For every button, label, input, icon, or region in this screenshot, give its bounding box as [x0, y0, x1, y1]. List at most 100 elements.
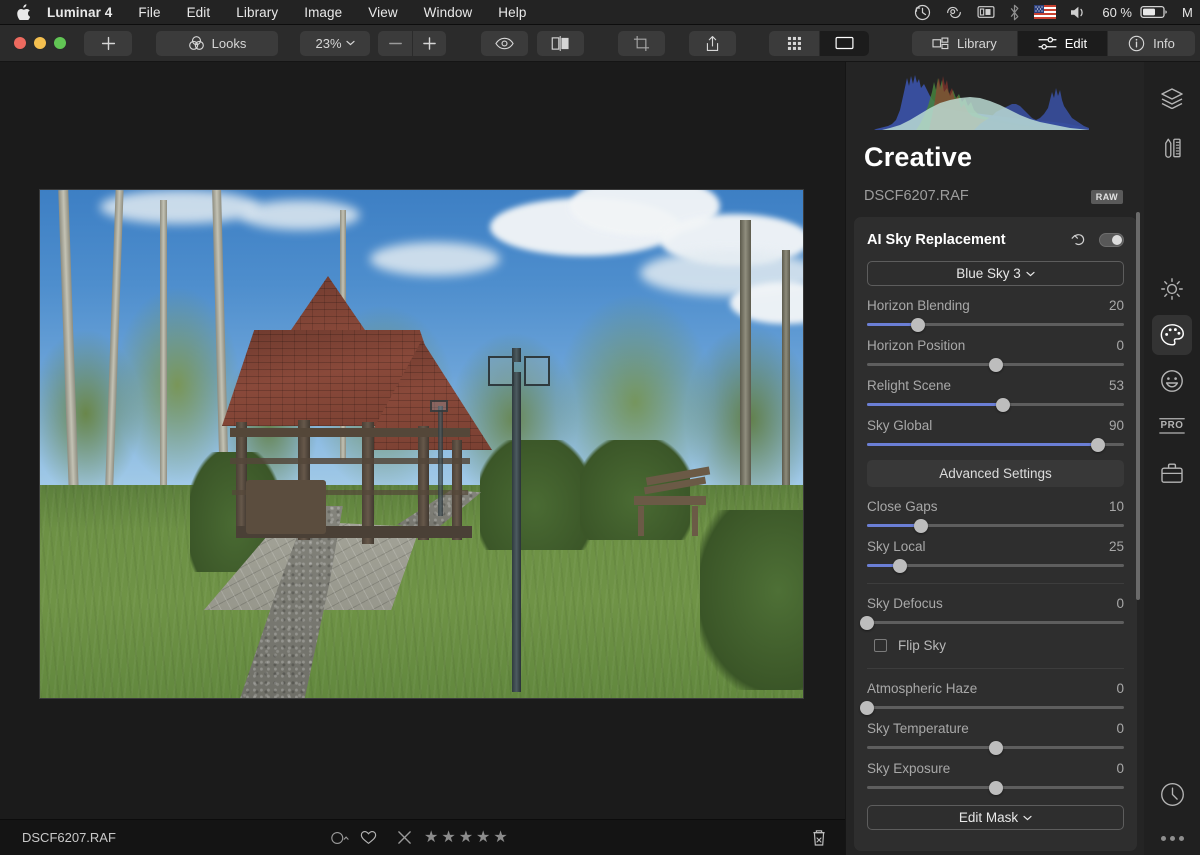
menu-image[interactable]: Image: [291, 0, 355, 25]
slider-track[interactable]: [860, 615, 1124, 630]
color-label-icon[interactable]: [330, 831, 350, 845]
slider-track[interactable]: [867, 437, 1124, 452]
compare-button[interactable]: [537, 30, 584, 56]
menubar-status-items: 60 % M: [914, 4, 1200, 21]
tool-enable-toggle[interactable]: [1099, 233, 1124, 247]
volume-icon[interactable]: [1070, 5, 1088, 20]
star-rating[interactable]: ★ ★ ★ ★ ★: [424, 829, 508, 846]
single-view-icon[interactable]: [819, 30, 869, 56]
time-machine-icon[interactable]: [914, 4, 931, 21]
zoom-in-button[interactable]: [412, 30, 446, 56]
slider-value: 53: [1108, 378, 1124, 393]
star-1[interactable]: ★: [424, 829, 438, 846]
chevron-down-icon: [1026, 271, 1035, 276]
tree-trunk: [782, 250, 790, 500]
pro-icon[interactable]: PRO: [1152, 407, 1192, 447]
slider-sky-defocus[interactable]: Sky Defocus 0: [860, 596, 1124, 630]
tab-info[interactable]: Info: [1107, 30, 1195, 56]
raw-badge: RAW: [1090, 190, 1123, 204]
reject-x-icon[interactable]: [397, 830, 412, 845]
slider-sky-temperature[interactable]: Sky Temperature 0: [867, 721, 1124, 755]
add-image-button[interactable]: [84, 30, 132, 56]
history-clock-icon[interactable]: [1152, 774, 1192, 814]
zoom-out-button[interactable]: [378, 31, 412, 56]
tab-edit[interactable]: Edit: [1016, 30, 1108, 56]
essentials-sun-icon[interactable]: [1152, 269, 1192, 309]
minimize-button[interactable]: [34, 37, 46, 49]
creative-palette-icon[interactable]: [1152, 315, 1192, 355]
edit-mask-button[interactable]: Edit Mask: [867, 805, 1124, 830]
menubar-clock[interactable]: M: [1182, 5, 1194, 20]
zoom-button[interactable]: [54, 37, 66, 49]
menu-file[interactable]: File: [125, 0, 173, 25]
slider-relight-scene[interactable]: Relight Scene 53: [867, 378, 1124, 412]
sky-selector-dropdown[interactable]: Blue Sky 3: [867, 261, 1124, 286]
display-icon[interactable]: [977, 5, 995, 19]
menu-edit[interactable]: Edit: [174, 0, 224, 25]
menu-window[interactable]: Window: [411, 0, 486, 25]
slider-sky-global[interactable]: Sky Global 90: [867, 418, 1124, 452]
tab-library[interactable]: Library: [912, 31, 1017, 56]
slider-horizon-position[interactable]: Horizon Position 0: [867, 338, 1124, 372]
dropbox-icon[interactable]: [945, 5, 963, 20]
menu-help[interactable]: Help: [485, 0, 539, 25]
slider-track[interactable]: [867, 357, 1124, 372]
star-5[interactable]: ★: [493, 829, 507, 846]
preview-toggle-button[interactable]: [481, 30, 528, 56]
slider-sky-exposure[interactable]: Sky Exposure 0: [867, 761, 1124, 795]
slider-track[interactable]: [867, 317, 1124, 332]
advanced-settings-button[interactable]: Advanced Settings: [867, 460, 1124, 487]
us-flag-icon[interactable]: [1034, 5, 1057, 19]
battery-icon[interactable]: [1140, 5, 1168, 19]
trash-icon[interactable]: [811, 829, 827, 847]
chevron-down-icon: [345, 40, 355, 46]
image-canvas[interactable]: DSCF6207.RAF ★ ★ ★ ★ ★: [0, 62, 845, 855]
star-4[interactable]: ★: [476, 829, 490, 846]
menu-luminar-4[interactable]: Luminar 4: [34, 0, 125, 25]
more-dots-icon[interactable]: [1160, 836, 1184, 841]
slider-track[interactable]: [867, 558, 1124, 573]
slider-track[interactable]: [867, 740, 1124, 755]
menu-view[interactable]: View: [355, 0, 410, 25]
star-2[interactable]: ★: [441, 829, 455, 846]
panel-scrollbar[interactable]: [1136, 212, 1140, 600]
advanced-settings-label: Advanced Settings: [939, 466, 1052, 481]
flip-sky-checkbox[interactable]: [874, 639, 887, 652]
layers-icon[interactable]: [1152, 78, 1192, 118]
tool-header: AI Sky Replacement: [867, 217, 1124, 259]
slider-track[interactable]: [867, 518, 1124, 533]
menu-library[interactable]: Library: [223, 0, 291, 25]
looks-button[interactable]: Looks: [156, 30, 278, 56]
tree-trunk: [160, 200, 167, 500]
bluetooth-icon[interactable]: [1009, 4, 1020, 21]
conifer-tree: [480, 440, 590, 550]
sky-selector-value: Blue Sky 3: [956, 266, 1021, 281]
slider-track[interactable]: [867, 397, 1124, 412]
slider-sky-local[interactable]: Sky Local 25: [867, 539, 1124, 573]
slider-close-gaps[interactable]: Close Gaps 10: [867, 499, 1124, 533]
portrait-smiley-icon[interactable]: [1152, 361, 1192, 401]
toolkit-briefcase-icon[interactable]: [1152, 453, 1192, 493]
slider-horizon-blending[interactable]: Horizon Blending 20: [867, 298, 1124, 332]
rgb-histogram[interactable]: [874, 70, 1089, 130]
crop-button[interactable]: [618, 30, 665, 56]
canvas-bottom-bar: DSCF6207.RAF ★ ★ ★ ★ ★: [0, 819, 845, 855]
slider-atmospheric-haze[interactable]: Atmospheric Haze 0: [860, 681, 1124, 715]
reset-arrow-icon[interactable]: [1071, 233, 1086, 247]
gazebo-post: [418, 426, 429, 540]
slider-track[interactable]: [860, 700, 1124, 715]
slider-track[interactable]: [867, 780, 1124, 795]
zoom-level-dropdown[interactable]: 23%: [300, 30, 370, 56]
edit-side-panel: Creative DSCF6207.RAF RAW AI Sky Replace…: [845, 62, 1144, 855]
canvas-tools-icon[interactable]: [1152, 127, 1192, 167]
photo-preview[interactable]: [40, 190, 803, 698]
star-3[interactable]: ★: [459, 829, 473, 846]
close-button[interactable]: [14, 37, 26, 49]
macos-menubar: Luminar 4 File Edit Library Image View W…: [0, 0, 1200, 25]
flip-sky-row[interactable]: Flip Sky: [867, 638, 1124, 653]
share-button[interactable]: [689, 30, 736, 56]
slider-label: Sky Local: [867, 539, 926, 554]
grid-view-icon[interactable]: [769, 31, 819, 56]
heart-icon[interactable]: [360, 830, 377, 845]
apple-logo-icon[interactable]: [12, 4, 34, 20]
